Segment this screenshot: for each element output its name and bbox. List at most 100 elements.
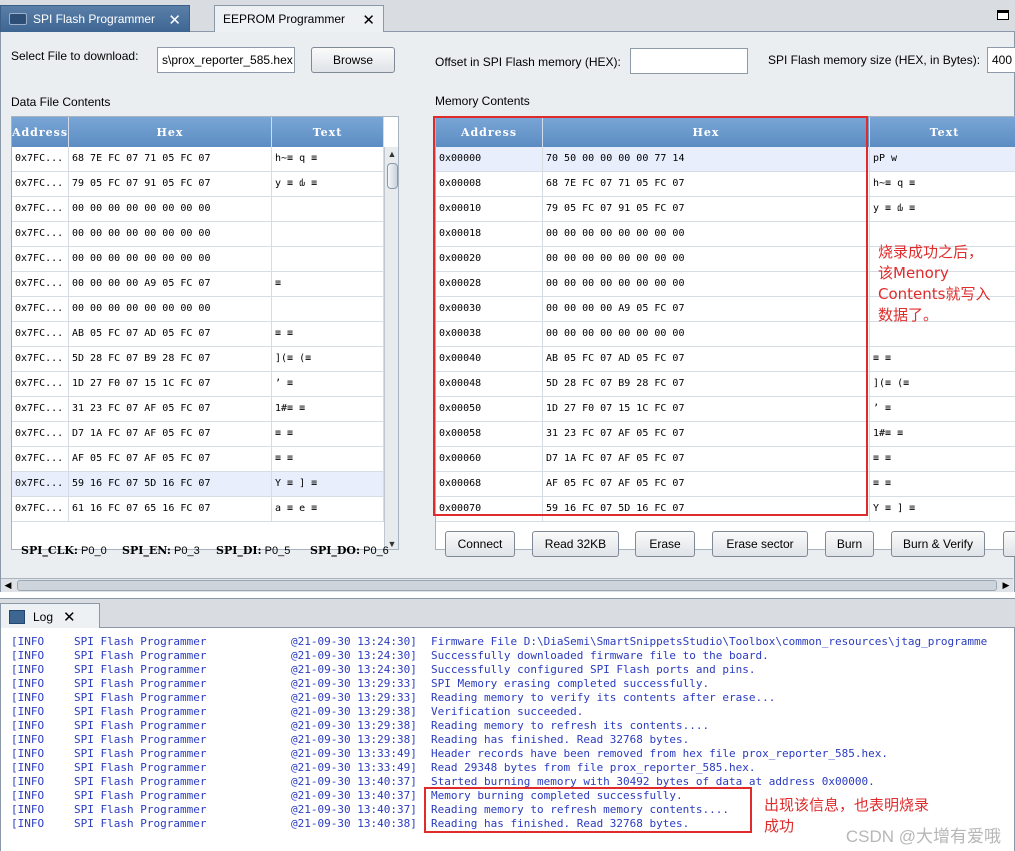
read-32kb-button[interactable]: Read 32KB bbox=[532, 531, 619, 557]
text-cell: ≡ ≡ bbox=[272, 422, 384, 446]
log-timestamp: @21-09-30 13:40:37] bbox=[291, 789, 417, 802]
tab-label: SPI Flash Programmer bbox=[33, 12, 156, 26]
table-row[interactable]: 0x7FC... AB 05 FC 07 AD 05 FC 07 ≡ ≡ bbox=[12, 322, 384, 347]
log-level: [INFO bbox=[11, 677, 45, 690]
table-row[interactable]: 0x7FC... AF 05 FC 07 AF 05 FC 07 ≡ ≡ bbox=[12, 447, 384, 472]
annotation-line: 该Menory bbox=[878, 264, 949, 282]
text-cell: h~≡ q ≡ bbox=[272, 147, 384, 171]
hex-cell: D7 1A FC 07 AF 05 FC 07 bbox=[69, 422, 272, 446]
pin-spi-clk: SPI_CLK: P0_0 bbox=[21, 544, 107, 557]
tab-label: EEPROM Programmer bbox=[223, 12, 346, 26]
log-entry: [INFO SPI Flash Programmer @21-09-30 13:29… bbox=[11, 677, 1011, 691]
hex-cell: 79 05 FC 07 91 05 FC 07 bbox=[69, 172, 272, 196]
data-grid-scrollbar[interactable]: ▲ ▼ bbox=[384, 147, 398, 549]
table-row[interactable]: 0x7FC... 00 00 00 00 00 00 00 00 bbox=[12, 222, 384, 247]
table-row[interactable]: 0x7FC... 00 00 00 00 00 00 00 00 bbox=[12, 197, 384, 222]
column-header-text[interactable]: Text bbox=[870, 117, 1015, 147]
hex-cell: 00 00 00 00 00 00 00 00 bbox=[69, 197, 272, 221]
log-timestamp: @21-09-30 13:29:38] bbox=[291, 733, 417, 746]
text-cell: ≡ ≡ bbox=[272, 322, 384, 346]
table-row[interactable]: 0x7FC... 5D 28 FC 07 B9 28 FC 07](≡ (≡ bbox=[12, 347, 384, 372]
address-cell: 0x7FC... bbox=[12, 447, 69, 471]
table-row[interactable]: 0x7FC... 79 05 FC 07 91 05 FC 07 y ≡ ԃ ≡ bbox=[12, 172, 384, 197]
log-source: SPI Flash Programmer bbox=[74, 761, 207, 774]
log-level: [INFO bbox=[11, 719, 45, 732]
log-message: Read 29348 bytes from file prox_reporter… bbox=[431, 761, 756, 774]
pin-name: SPI_DO: bbox=[310, 544, 361, 557]
tab-spi-flash-programmer[interactable]: SPI Flash Programmer ✕ bbox=[0, 5, 190, 32]
scroll-left-icon[interactable]: ◀ bbox=[1, 579, 15, 593]
scroll-right-icon[interactable]: ▶ bbox=[999, 579, 1013, 593]
text-cell: pP w bbox=[870, 147, 1015, 171]
log-timestamp: @21-09-30 13:24:30] bbox=[291, 649, 417, 662]
text-cell: ](≡ (≡ bbox=[272, 347, 384, 371]
column-header-hex[interactable]: Hex bbox=[69, 117, 272, 147]
address-cell: 0x7FC... bbox=[12, 372, 69, 396]
maximize-icon[interactable] bbox=[997, 10, 1009, 20]
log-timestamp: @21-09-30 13:29:33] bbox=[291, 691, 417, 704]
table-row[interactable]: 0x7FC... D7 1A FC 07 AF 05 FC 07 ≡ ≡ bbox=[12, 422, 384, 447]
text-cell bbox=[272, 222, 384, 246]
scroll-up-icon[interactable]: ▲ bbox=[385, 147, 398, 161]
table-row[interactable]: 0x7FC... 00 00 00 00 00 00 00 00 bbox=[12, 297, 384, 322]
log-timestamp: @21-09-30 13:24:30] bbox=[291, 663, 417, 676]
hex-cell: 00 00 00 00 00 00 00 00 bbox=[69, 247, 272, 271]
tab-log[interactable]: Log ✕ bbox=[0, 603, 100, 629]
pin-name: SPI_DI: bbox=[216, 544, 262, 557]
offset-input[interactable] bbox=[630, 48, 748, 74]
log-source: SPI Flash Programmer bbox=[74, 789, 207, 802]
table-row[interactable]: 0x7FC... 31 23 FC 07 AF 05 FC 07 1#≡ ≡ bbox=[12, 397, 384, 422]
erase-sector-button[interactable]: Erase sector bbox=[712, 531, 808, 557]
tab-label: Log bbox=[33, 609, 54, 624]
burn-and-verify-button[interactable]: Burn & Verify bbox=[891, 531, 985, 557]
close-icon[interactable]: ✕ bbox=[362, 11, 375, 29]
column-header-text[interactable]: Text bbox=[272, 117, 384, 147]
table-row[interactable]: 0x7FC... 1D 27 F0 07 15 1C FC 07 ʼ ≡ bbox=[12, 372, 384, 397]
table-row[interactable]: 0x7FC... 00 00 00 00 00 00 00 00 bbox=[12, 247, 384, 272]
table-row[interactable]: 0x7FC... 61 16 FC 07 65 16 FC 07 a ≡ e ≡ bbox=[12, 497, 384, 522]
browse-button[interactable]: Browse bbox=[311, 47, 395, 73]
watermark: CSDN @大增有爱哦 bbox=[845, 827, 1001, 846]
text-cell: ≡ ≡ bbox=[870, 447, 1015, 471]
hex-cell: 1D 27 F0 07 15 1C FC 07 bbox=[69, 372, 272, 396]
table-row[interactable]: 0x7FC... 59 16 FC 07 5D 16 FC 07 Y ≡ ] ≡ bbox=[12, 472, 384, 497]
burn-button[interactable]: Burn bbox=[825, 531, 874, 557]
more-button[interactable] bbox=[1003, 531, 1015, 557]
table-row[interactable]: 0x7FC... 00 00 00 00 A9 05 FC 07 ≡ bbox=[12, 272, 384, 297]
log-level: [INFO bbox=[11, 635, 45, 648]
address-cell: 0x7FC... bbox=[12, 497, 69, 521]
log-source: SPI Flash Programmer bbox=[74, 705, 207, 718]
text-cell: ≡ ≡ bbox=[870, 472, 1015, 496]
scroll-thumb[interactable] bbox=[387, 163, 398, 189]
log-source: SPI Flash Programmer bbox=[74, 635, 207, 648]
text-cell: ʼ ≡ bbox=[272, 372, 384, 396]
hex-cell: 59 16 FC 07 5D 16 FC 07 bbox=[69, 472, 272, 496]
hex-cell: AF 05 FC 07 AF 05 FC 07 bbox=[69, 447, 272, 471]
log-timestamp: @21-09-30 13:24:30] bbox=[291, 635, 417, 648]
erase-button[interactable]: Erase bbox=[635, 531, 695, 557]
memory-size-input[interactable]: 400 bbox=[987, 47, 1015, 73]
scroll-thumb[interactable] bbox=[17, 580, 997, 591]
table-row[interactable]: 0x7FC... 68 7E FC 07 71 05 FC 07 h~≡ q ≡ bbox=[12, 147, 384, 172]
address-cell: 0x7FC... bbox=[12, 297, 69, 321]
annotation-line: 出现该信息，也表明烧录 bbox=[764, 796, 930, 814]
close-icon[interactable]: ✕ bbox=[168, 11, 181, 29]
file-path-field[interactable]: s\prox_reporter_585.hex bbox=[157, 47, 295, 73]
log-message: Reading memory to verify its contents af… bbox=[431, 691, 776, 704]
connect-button[interactable]: Connect bbox=[445, 531, 515, 557]
address-cell: 0x7FC... bbox=[12, 347, 69, 371]
log-entry: [INFO SPI Flash Programmer @21-09-30 13:24… bbox=[11, 649, 1011, 663]
pin-spi-en: SPI_EN: P0_3 bbox=[122, 544, 200, 557]
column-header-address[interactable]: Address bbox=[12, 117, 69, 147]
address-cell: 0x7FC... bbox=[12, 222, 69, 246]
panel-horizontal-scrollbar[interactable]: ◀ ▶ bbox=[1, 578, 1013, 592]
log-level: [INFO bbox=[11, 775, 45, 788]
log-source: SPI Flash Programmer bbox=[74, 775, 207, 788]
log-timestamp: @21-09-30 13:40:38] bbox=[291, 817, 417, 830]
text-cell bbox=[272, 247, 384, 271]
close-icon[interactable]: ✕ bbox=[63, 608, 76, 626]
hex-cell: 68 7E FC 07 71 05 FC 07 bbox=[69, 147, 272, 171]
text-cell: a ≡ e ≡ bbox=[272, 497, 384, 521]
log-source: SPI Flash Programmer bbox=[74, 733, 207, 746]
tab-eeprom-programmer[interactable]: EEPROM Programmer ✕ bbox=[214, 5, 384, 32]
